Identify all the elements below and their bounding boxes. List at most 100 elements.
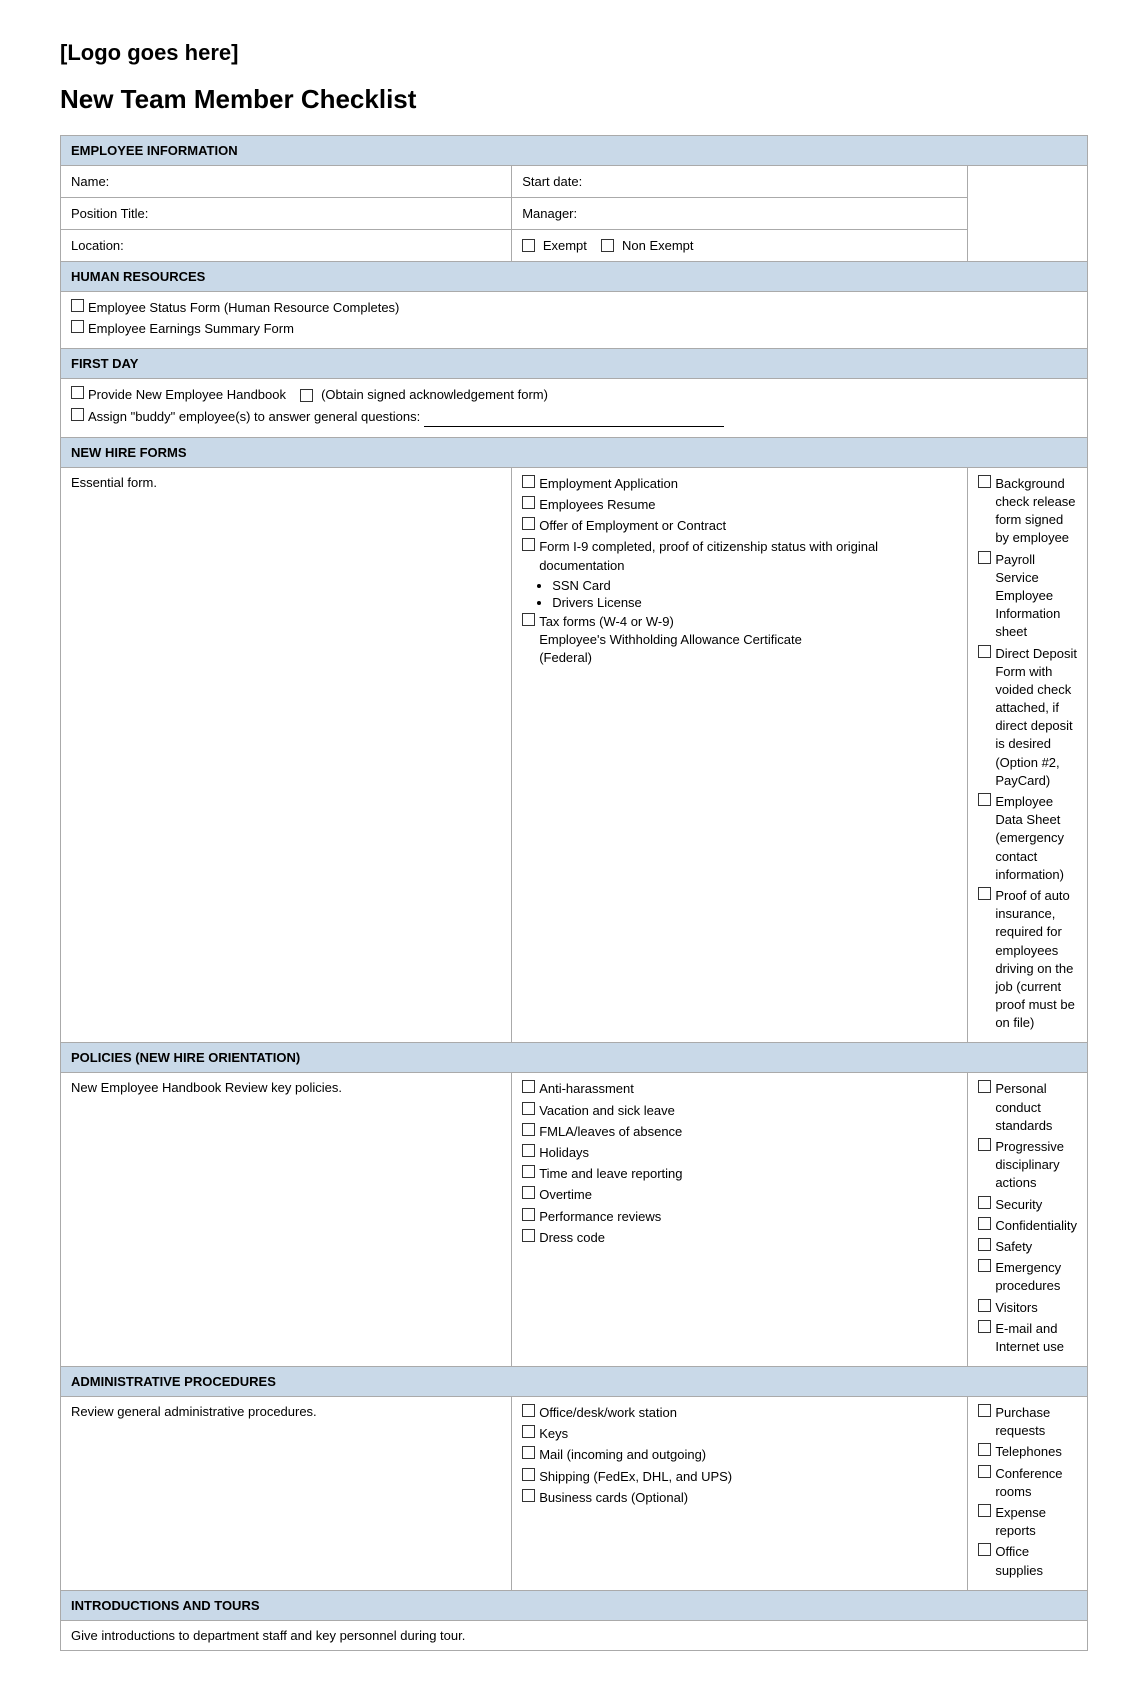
pol-checkbox-8[interactable] bbox=[522, 1229, 535, 1242]
first-day-item-1: Provide New Employee Handbook (Obtain si… bbox=[71, 386, 1077, 404]
human-resources-items: Employee Status Form (Human Resource Com… bbox=[61, 292, 1088, 349]
pol-right-checkbox-5[interactable] bbox=[978, 1238, 991, 1251]
pol-item-3: FMLA/leaves of absence bbox=[522, 1123, 957, 1141]
admin-mid-items: Office/desk/work station Keys Mail (inco… bbox=[512, 1397, 968, 1591]
nhf-right-checkbox-4[interactable] bbox=[978, 793, 991, 806]
section-employee-info: EMPLOYEE INFORMATION bbox=[61, 136, 1088, 166]
pol-item-7: Performance reviews bbox=[522, 1208, 957, 1226]
nhf-item-3: Offer of Employment or Contract bbox=[522, 517, 957, 535]
pol-right-checkbox-4[interactable] bbox=[978, 1217, 991, 1230]
section-introductions: INTRODUCTIONS AND TOURS bbox=[61, 1590, 1088, 1620]
nhf-checkbox-2[interactable] bbox=[522, 496, 535, 509]
nhf-item-5: Tax forms (W-4 or W-9)Employee's Withhol… bbox=[522, 613, 957, 668]
hr-item-2: Employee Earnings Summary Form bbox=[71, 320, 1077, 338]
exempt-label: Exempt bbox=[543, 238, 587, 253]
nhf-checkbox-3[interactable] bbox=[522, 517, 535, 530]
nhf-right-item-1: Background check release form signed by … bbox=[978, 475, 1077, 548]
logo-text: [Logo goes here] bbox=[60, 40, 1088, 66]
manager-label: Manager: bbox=[522, 206, 577, 221]
pol-right-checkbox-8[interactable] bbox=[978, 1320, 991, 1333]
pol-right-item-3: Security bbox=[978, 1196, 1077, 1214]
page-title: New Team Member Checklist bbox=[60, 84, 1088, 115]
pol-checkbox-3[interactable] bbox=[522, 1123, 535, 1136]
first-day-checkbox-2[interactable] bbox=[300, 389, 313, 402]
position-field: Position Title: bbox=[61, 198, 512, 230]
adm-item-1: Office/desk/work station bbox=[522, 1404, 957, 1422]
pol-right-item-6: Emergency procedures bbox=[978, 1259, 1077, 1295]
adm-checkbox-5[interactable] bbox=[522, 1489, 535, 1502]
nhf-checkbox-5[interactable] bbox=[522, 613, 535, 626]
first-day-items: Provide New Employee Handbook (Obtain si… bbox=[61, 379, 1088, 437]
new-hire-right-items: Background check release form signed by … bbox=[968, 467, 1088, 1043]
manager-field: Manager: bbox=[512, 198, 968, 230]
pol-checkbox-6[interactable] bbox=[522, 1186, 535, 1199]
nhf-bullet-1: SSN Card bbox=[552, 578, 957, 593]
nhf-right-item-4: Employee Data Sheet (emergency contact i… bbox=[978, 793, 1077, 884]
nhf-right-checkbox-5[interactable] bbox=[978, 887, 991, 900]
pol-item-4: Holidays bbox=[522, 1144, 957, 1162]
nhf-right-checkbox-2[interactable] bbox=[978, 551, 991, 564]
pol-right-item-4: Confidentiality bbox=[978, 1217, 1077, 1235]
section-admin-procedures: ADMINISTRATIVE PROCEDURES bbox=[61, 1367, 1088, 1397]
non-exempt-checkbox[interactable] bbox=[601, 239, 614, 252]
adm-item-2: Keys bbox=[522, 1425, 957, 1443]
adm-right-checkbox-5[interactable] bbox=[978, 1543, 991, 1556]
pol-right-checkbox-1[interactable] bbox=[978, 1080, 991, 1093]
nhf-checkbox-4[interactable] bbox=[522, 538, 535, 551]
pol-checkbox-1[interactable] bbox=[522, 1080, 535, 1093]
hr-checkbox-1[interactable] bbox=[71, 299, 84, 312]
adm-right-checkbox-4[interactable] bbox=[978, 1504, 991, 1517]
adm-right-checkbox-3[interactable] bbox=[978, 1465, 991, 1478]
pol-checkbox-7[interactable] bbox=[522, 1208, 535, 1221]
pol-checkbox-4[interactable] bbox=[522, 1144, 535, 1157]
pol-right-item-5: Safety bbox=[978, 1238, 1077, 1256]
pol-right-item-8: E-mail and Internet use bbox=[978, 1320, 1077, 1356]
adm-right-checkbox-2[interactable] bbox=[978, 1443, 991, 1456]
start-date-field: Start date: bbox=[512, 166, 968, 198]
adm-checkbox-2[interactable] bbox=[522, 1425, 535, 1438]
pol-right-checkbox-3[interactable] bbox=[978, 1196, 991, 1209]
nhf-item-4: Form I-9 completed, proof of citizenship… bbox=[522, 538, 957, 574]
pol-right-checkbox-6[interactable] bbox=[978, 1259, 991, 1272]
first-day-checkbox-3[interactable] bbox=[71, 408, 84, 421]
nhf-right-item-3: Direct Deposit Form with voided check at… bbox=[978, 645, 1077, 791]
nhf-checkbox-1[interactable] bbox=[522, 475, 535, 488]
hr-checkbox-2[interactable] bbox=[71, 320, 84, 333]
pol-right-item-1: Personal conduct standards bbox=[978, 1080, 1077, 1135]
exempt-field: Exempt Non Exempt bbox=[512, 230, 968, 262]
nhf-bullet-list: SSN Card Drivers License bbox=[552, 578, 957, 610]
pol-item-1: Anti-harassment bbox=[522, 1080, 957, 1098]
pol-right-checkbox-7[interactable] bbox=[978, 1299, 991, 1312]
section-first-day: FIRST DAY bbox=[61, 349, 1088, 379]
exempt-checkbox[interactable] bbox=[522, 239, 535, 252]
section-policies: POLICIES (New hire orientation) bbox=[61, 1043, 1088, 1073]
pol-right-item-7: Visitors bbox=[978, 1299, 1077, 1317]
pol-checkbox-2[interactable] bbox=[522, 1102, 535, 1115]
section-human-resources: HUMAN RESOURCES bbox=[61, 262, 1088, 292]
buddy-field bbox=[424, 408, 724, 427]
hr-item-1: Employee Status Form (Human Resource Com… bbox=[71, 299, 1077, 317]
adm-checkbox-3[interactable] bbox=[522, 1446, 535, 1459]
adm-item-4: Shipping (FedEx, DHL, and UPS) bbox=[522, 1468, 957, 1486]
adm-checkbox-4[interactable] bbox=[522, 1468, 535, 1481]
start-date-label: Start date: bbox=[522, 174, 582, 189]
location-label: Location: bbox=[71, 238, 124, 253]
nhf-right-item-2: Payroll Service Employee Information she… bbox=[978, 551, 1077, 642]
first-day-item-2: Assign "buddy" employee(s) to answer gen… bbox=[71, 408, 1077, 427]
first-day-checkbox-1[interactable] bbox=[71, 386, 84, 399]
pol-item-5: Time and leave reporting bbox=[522, 1165, 957, 1183]
adm-checkbox-1[interactable] bbox=[522, 1404, 535, 1417]
nhf-right-item-5: Proof of auto insurance, required for em… bbox=[978, 887, 1077, 1033]
adm-right-item-1: Purchase requests bbox=[978, 1404, 1077, 1440]
policies-col-label: New Employee Handbook Review key policie… bbox=[61, 1073, 512, 1367]
new-hire-mid-items: Employment Application Employees Resume … bbox=[512, 467, 968, 1043]
pol-checkbox-5[interactable] bbox=[522, 1165, 535, 1178]
introductions-text: Give introductions to department staff a… bbox=[61, 1620, 1088, 1650]
nhf-item-1: Employment Application bbox=[522, 475, 957, 493]
adm-item-3: Mail (incoming and outgoing) bbox=[522, 1446, 957, 1464]
nhf-right-checkbox-1[interactable] bbox=[978, 475, 991, 488]
adm-right-checkbox-1[interactable] bbox=[978, 1404, 991, 1417]
nhf-right-checkbox-3[interactable] bbox=[978, 645, 991, 658]
name-label: Name: bbox=[71, 174, 109, 189]
pol-right-checkbox-2[interactable] bbox=[978, 1138, 991, 1151]
